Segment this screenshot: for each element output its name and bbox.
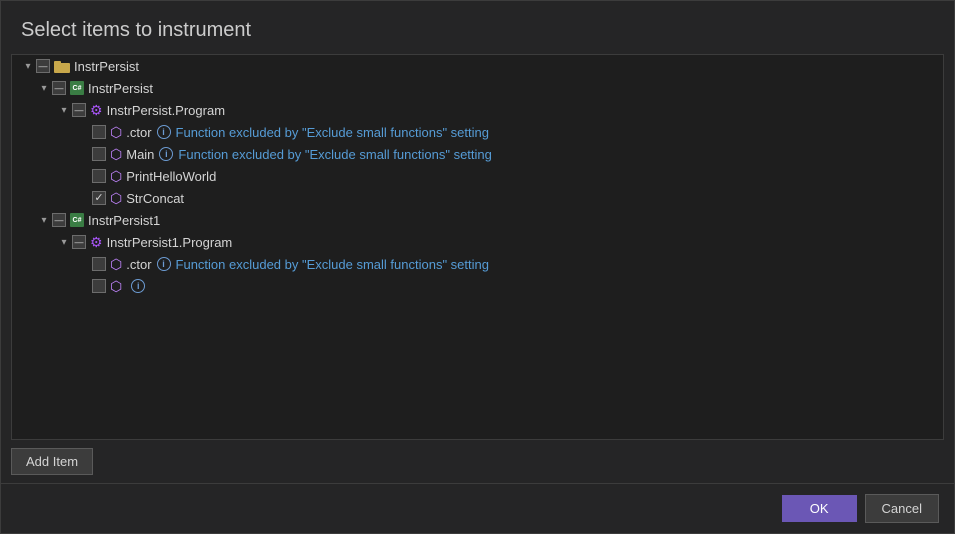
ok-button[interactable]: OK (782, 495, 857, 522)
node-label: .ctor (126, 125, 151, 140)
node-label: StrConcat (126, 191, 184, 206)
tree-row: ⬡ PrintHelloWorld (12, 165, 943, 187)
tree-row: ⚙ InstrPersist1.Program (12, 231, 943, 253)
checkbox-printhelloworld[interactable] (92, 169, 106, 183)
method-icon: ⬡ (110, 124, 122, 141)
method-icon: ⬡ (110, 168, 122, 185)
select-items-dialog: Select items to instrument InstrPersist (0, 0, 955, 534)
tree-row: InstrPersist (12, 55, 943, 77)
node-label: InstrPersist1 (88, 213, 160, 228)
folder-icon (54, 59, 70, 73)
dialog-footer: OK Cancel (1, 483, 954, 533)
node-label: InstrPersist (88, 81, 153, 96)
csharp-icon: C# (70, 81, 84, 95)
expand-icon[interactable] (36, 212, 52, 228)
checkbox-ctor1[interactable] (92, 125, 106, 139)
info-icon (157, 125, 171, 139)
expand-icon[interactable] (36, 80, 52, 96)
node-label: InstrPersist.Program (107, 103, 225, 118)
checkbox-partial[interactable] (92, 279, 106, 293)
checkbox-instrpersist-project[interactable] (52, 81, 66, 95)
checkbox-main[interactable] (92, 147, 106, 161)
node-label: InstrPersist1.Program (107, 235, 233, 250)
expand-icon[interactable] (56, 102, 72, 118)
footer-actions: Add Item (1, 440, 954, 483)
checkbox-instrpersist-solution[interactable] (36, 59, 50, 73)
tree-row: C# InstrPersist (12, 77, 943, 99)
exclude-link[interactable]: Function excluded by "Exclude small func… (178, 147, 491, 162)
checkbox-ctor2[interactable] (92, 257, 106, 271)
node-label: PrintHelloWorld (126, 169, 216, 184)
checkbox-instrpersist1-program[interactable] (72, 235, 86, 249)
tree-row: ⬡ (12, 275, 943, 297)
node-label: Main (126, 147, 154, 162)
leaf-spacer (76, 168, 92, 184)
leaf-spacer (76, 190, 92, 206)
leaf-spacer (76, 146, 92, 162)
tree-area[interactable]: InstrPersist C# InstrPersist ⚙ InstrPers… (11, 54, 944, 440)
expand-icon[interactable] (56, 234, 72, 250)
info-icon (159, 147, 173, 161)
leaf-spacer (76, 278, 92, 294)
tree-row: ⚙ InstrPersist.Program (12, 99, 943, 121)
expand-icon[interactable] (20, 58, 36, 74)
method-icon: ⬡ (110, 190, 122, 207)
dialog-title: Select items to instrument (1, 1, 954, 54)
dialog-body: InstrPersist C# InstrPersist ⚙ InstrPers… (1, 54, 954, 483)
exclude-link[interactable]: Function excluded by "Exclude small func… (176, 125, 489, 140)
tree-row: ⬡ Main Function excluded by "Exclude sma… (12, 143, 943, 165)
class-icon: ⚙ (90, 102, 103, 119)
cancel-button[interactable]: Cancel (865, 494, 939, 523)
method-icon: ⬡ (110, 256, 122, 273)
add-item-button[interactable]: Add Item (11, 448, 93, 475)
leaf-spacer (76, 124, 92, 140)
method-icon: ⬡ (110, 278, 122, 295)
method-icon: ⬡ (110, 146, 122, 163)
node-label: InstrPersist (74, 59, 139, 74)
tree-row: ⬡ StrConcat (12, 187, 943, 209)
csharp-icon: C# (70, 213, 84, 227)
checkbox-instrpersist1-project[interactable] (52, 213, 66, 227)
info-icon (131, 279, 145, 293)
info-icon (157, 257, 171, 271)
tree-row: C# InstrPersist1 (12, 209, 943, 231)
class-icon: ⚙ (90, 234, 103, 251)
node-label: .ctor (126, 257, 151, 272)
tree-row: ⬡ .ctor Function excluded by "Exclude sm… (12, 121, 943, 143)
checkbox-strconcat[interactable] (92, 191, 106, 205)
leaf-spacer (76, 256, 92, 272)
exclude-link[interactable]: Function excluded by "Exclude small func… (176, 257, 489, 272)
checkbox-instrpersist-program[interactable] (72, 103, 86, 117)
tree-row: ⬡ .ctor Function excluded by "Exclude sm… (12, 253, 943, 275)
